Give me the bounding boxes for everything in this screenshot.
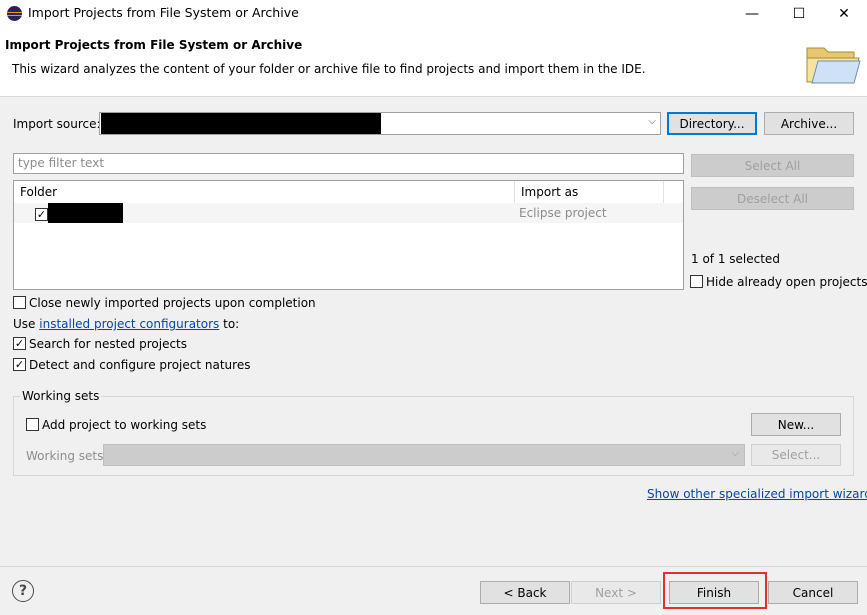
footer-separator <box>0 566 867 567</box>
cancel-button[interactable]: Cancel <box>768 581 858 604</box>
back-button[interactable]: < Back <box>480 581 570 604</box>
wizard-title: Import Projects from File System or Arch… <box>5 38 303 52</box>
nested-checkbox[interactable]: ✓ <box>13 337 26 350</box>
folder-icon <box>806 47 861 84</box>
natures-label[interactable]: Detect and configure project natures <box>29 358 250 372</box>
archive-button[interactable]: Archive... <box>764 112 854 135</box>
window-title: Import Projects from File System or Arch… <box>28 5 299 20</box>
help-icon[interactable]: ? <box>12 580 34 602</box>
use-prefix: Use <box>13 317 36 331</box>
chevron-down-icon[interactable]: ⌵ <box>648 116 656 127</box>
new-working-set-button[interactable]: New... <box>751 413 841 436</box>
row-checkbox[interactable]: ✓ <box>35 208 48 221</box>
working-sets-label: Working sets: <box>26 449 108 463</box>
close-after-label[interactable]: Close newly imported projects upon compl… <box>29 296 316 310</box>
wizard-description: This wizard analyzes the content of your… <box>12 62 646 76</box>
directory-button[interactable]: Directory... <box>667 112 757 135</box>
column-folder[interactable]: Folder <box>14 181 515 203</box>
next-button[interactable]: Next > <box>571 581 661 604</box>
nested-label[interactable]: Search for nested projects <box>29 337 187 351</box>
add-working-sets-checkbox[interactable] <box>26 418 39 431</box>
working-sets-title: Working sets <box>20 389 102 403</box>
eclipse-icon <box>7 6 22 21</box>
import-source-combo[interactable]: ⌵ <box>99 112 661 135</box>
close-button[interactable]: ✕ <box>821 0 867 27</box>
filter-input[interactable]: type filter text <box>13 153 684 174</box>
hide-open-checkbox[interactable] <box>690 275 703 288</box>
import-source-label: Import source: <box>13 117 101 131</box>
add-working-sets-label[interactable]: Add project to working sets <box>42 418 206 432</box>
finish-button[interactable]: Finish <box>669 581 759 604</box>
close-after-checkbox[interactable] <box>13 296 26 309</box>
title-bar: Import Projects from File System or Arch… <box>0 0 867 27</box>
use-suffix: to: <box>223 317 240 331</box>
import-as-value: Eclipse project <box>519 206 607 220</box>
other-wizards-link[interactable]: Show other specialized import wizards <box>647 487 867 501</box>
minimize-button[interactable]: — <box>729 0 775 27</box>
working-sets-combo[interactable]: ⌵ <box>103 444 745 466</box>
table-row[interactable]: ✓ Eclipse project <box>14 203 683 223</box>
hide-open-label[interactable]: Hide already open projects <box>706 275 867 289</box>
selected-count: 1 of 1 selected <box>691 252 780 266</box>
redacted-folder-name <box>48 203 123 223</box>
wizard-header: Import Projects from File System or Arch… <box>0 27 867 97</box>
redacted-path <box>101 113 381 134</box>
natures-checkbox[interactable]: ✓ <box>13 358 26 371</box>
column-import-as[interactable]: Import as <box>515 181 664 203</box>
chevron-down-icon: ⌵ <box>731 448 739 459</box>
select-all-button[interactable]: Select All <box>691 154 854 177</box>
projects-table: Folder Import as ✓ Eclipse project <box>13 180 684 290</box>
select-working-sets-button[interactable]: Select... <box>751 444 841 466</box>
use-configurators-line: Use installed project configurators to: <box>13 317 239 331</box>
configurators-link[interactable]: installed project configurators <box>39 317 219 331</box>
deselect-all-button[interactable]: Deselect All <box>691 187 854 210</box>
maximize-button[interactable]: ☐ <box>776 0 822 27</box>
